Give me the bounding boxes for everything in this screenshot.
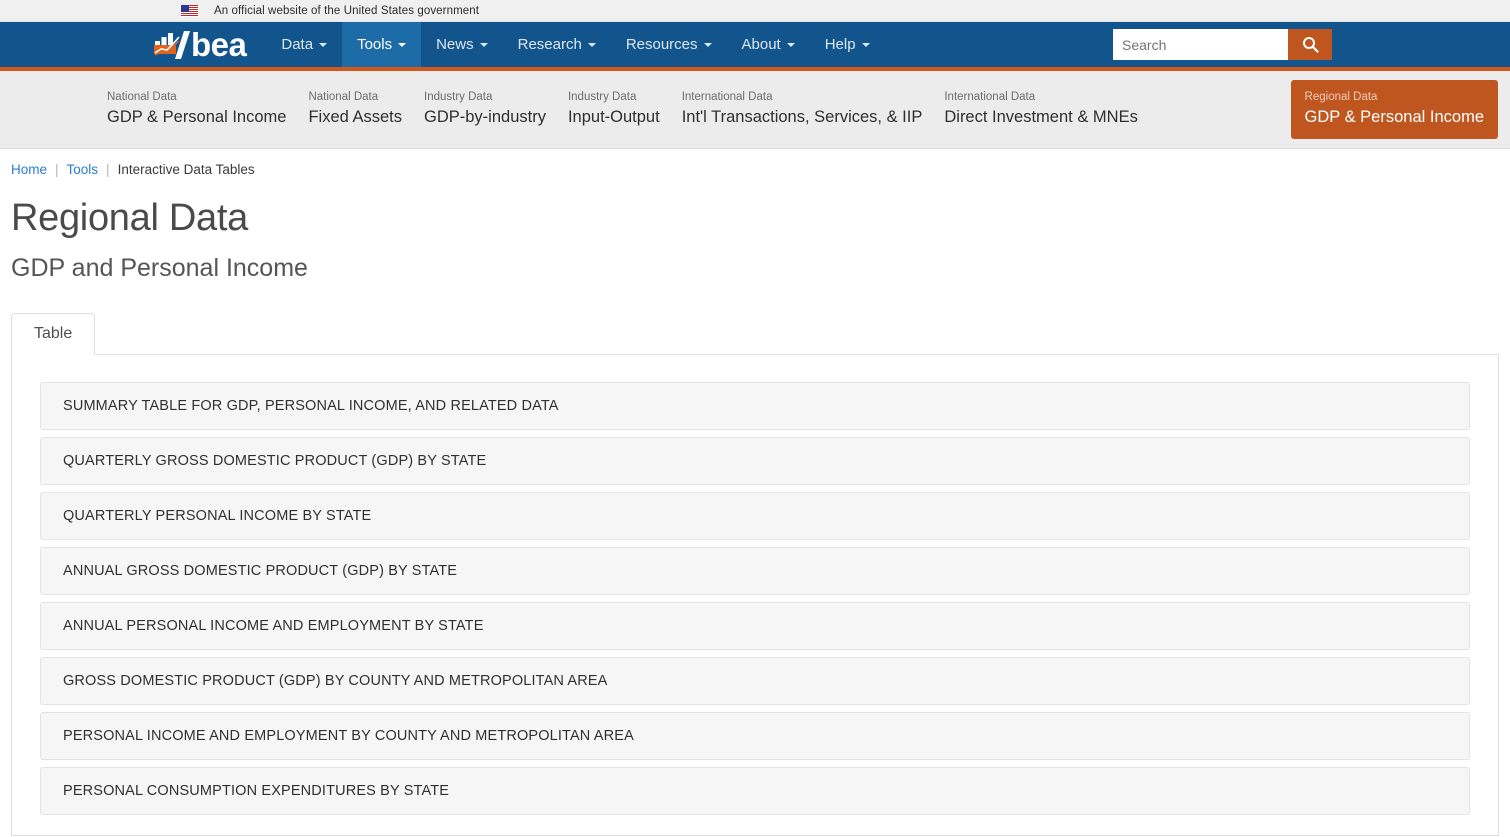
primary-nav: Data Tools News Research Resources About…	[266, 22, 1510, 67]
tab-strip: Table	[11, 312, 1499, 355]
subnav-title: Int'l Transactions, Services, & IIP	[681, 108, 923, 126]
table-panel: SUMMARY TABLE FOR GDP, PERSONAL INCOME, …	[11, 354, 1499, 836]
chevron-down-icon	[703, 42, 712, 47]
us-flag-icon	[181, 4, 198, 17]
table-list: SUMMARY TABLE FOR GDP, PERSONAL INCOME, …	[40, 382, 1470, 815]
subnav-category: National Data	[308, 91, 379, 103]
nav-item-resources-label: Resources	[625, 36, 698, 53]
subnav-title: Direct Investment & MNEs	[944, 108, 1138, 126]
nav-item-data[interactable]: Data	[266, 22, 342, 67]
search-area	[1113, 29, 1332, 60]
subnav-title: GDP & Personal Income	[1304, 108, 1484, 126]
chevron-down-icon	[398, 42, 407, 47]
list-item[interactable]: ANNUAL GROSS DOMESTIC PRODUCT (GDP) BY S…	[40, 547, 1470, 595]
page-title: Regional Data	[11, 197, 248, 239]
chevron-down-icon	[861, 42, 870, 47]
nav-item-help[interactable]: Help	[810, 22, 885, 67]
breadcrumb-item-home[interactable]: Home	[11, 162, 47, 177]
nav-item-tools[interactable]: Tools	[342, 22, 422, 67]
nav-item-tools-label: Tools	[357, 36, 393, 53]
search-button[interactable]	[1288, 29, 1332, 60]
subnav-title: Fixed Assets	[308, 108, 402, 126]
secondary-nav: National Data GDP & Personal Income Nati…	[0, 71, 1510, 149]
nav-item-news[interactable]: News	[421, 22, 503, 67]
subnav-category: National Data	[107, 91, 177, 103]
chevron-down-icon	[479, 42, 488, 47]
chevron-down-icon	[587, 42, 596, 47]
subnav-item-intl-transactions[interactable]: International Data Int'l Transactions, S…	[675, 80, 938, 139]
subnav-item-regional-gdp-personal-income[interactable]: Regional Data GDP & Personal Income	[1290, 80, 1498, 139]
breadcrumb-item-tools[interactable]: Tools	[67, 162, 99, 177]
tabs-area: Table SUMMARY TABLE FOR GDP, PERSONAL IN…	[11, 312, 1499, 836]
bea-logo[interactable]: bea	[154, 22, 247, 67]
nav-item-data-label: Data	[281, 36, 314, 53]
breadcrumb-item-current: Interactive Data Tables	[117, 162, 255, 177]
subnav-category: Regional Data	[1304, 91, 1378, 103]
nav-item-resources[interactable]: Resources	[611, 22, 727, 67]
search-input[interactable]	[1113, 29, 1288, 60]
list-item[interactable]: QUARTERLY GROSS DOMESTIC PRODUCT (GDP) B…	[40, 437, 1470, 485]
list-item[interactable]: PERSONAL INCOME AND EMPLOYMENT BY COUNTY…	[40, 712, 1470, 760]
breadcrumb-separator: |	[55, 162, 59, 177]
government-banner-text: An official website of the United States…	[214, 4, 480, 17]
nav-item-research-label: Research	[517, 36, 582, 53]
subnav-title: Input-Output	[567, 108, 660, 126]
breadcrumb: Home | Tools | Interactive Data Tables	[0, 149, 1510, 177]
subnav-category: Industry Data	[567, 91, 637, 103]
tab-table[interactable]: Table	[11, 313, 96, 355]
nav-item-research[interactable]: Research	[503, 22, 611, 67]
government-banner: An official website of the United States…	[0, 0, 1510, 22]
subnav-item-gdp-by-industry[interactable]: Industry Data GDP-by-industry	[417, 80, 561, 139]
page-subtitle: GDP and Personal Income	[11, 254, 308, 282]
subnav-category: Industry Data	[424, 91, 493, 103]
search-icon	[1302, 37, 1319, 53]
subnav-category: International Data	[944, 91, 1036, 103]
nav-item-help-label: Help	[824, 36, 856, 53]
subnav-title: GDP-by-industry	[424, 108, 546, 126]
list-item[interactable]: QUARTERLY PERSONAL INCOME BY STATE	[40, 492, 1470, 540]
chevron-down-icon	[786, 42, 795, 47]
breadcrumb-separator: |	[106, 162, 110, 177]
list-item[interactable]: GROSS DOMESTIC PRODUCT (GDP) BY COUNTY A…	[40, 657, 1470, 705]
subnav-item-direct-investment-mnes[interactable]: International Data Direct Investment & M…	[937, 80, 1152, 139]
list-item[interactable]: PERSONAL CONSUMPTION EXPENDITURES BY STA…	[40, 767, 1470, 815]
chevron-down-icon	[319, 42, 328, 47]
bea-logo-text: bea	[191, 25, 247, 63]
subnav-title: GDP & Personal Income	[107, 108, 287, 126]
nav-item-about-label: About	[741, 36, 781, 53]
main-header: bea Data Tools News Research Resources A…	[0, 22, 1510, 67]
nav-item-news-label: News	[436, 36, 474, 53]
nav-item-about[interactable]: About	[727, 22, 810, 67]
subnav-item-fixed-assets[interactable]: National Data Fixed Assets	[301, 80, 417, 139]
list-item[interactable]: SUMMARY TABLE FOR GDP, PERSONAL INCOME, …	[40, 382, 1470, 430]
subnav-category: International Data	[681, 91, 773, 103]
subnav-item-input-output[interactable]: Industry Data Input-Output	[561, 80, 675, 139]
bea-chart-logo-icon	[154, 30, 190, 59]
subnav-item-national-gdp-personal-income[interactable]: National Data GDP & Personal Income	[100, 80, 301, 139]
list-item[interactable]: ANNUAL PERSONAL INCOME AND EMPLOYMENT BY…	[40, 602, 1470, 650]
